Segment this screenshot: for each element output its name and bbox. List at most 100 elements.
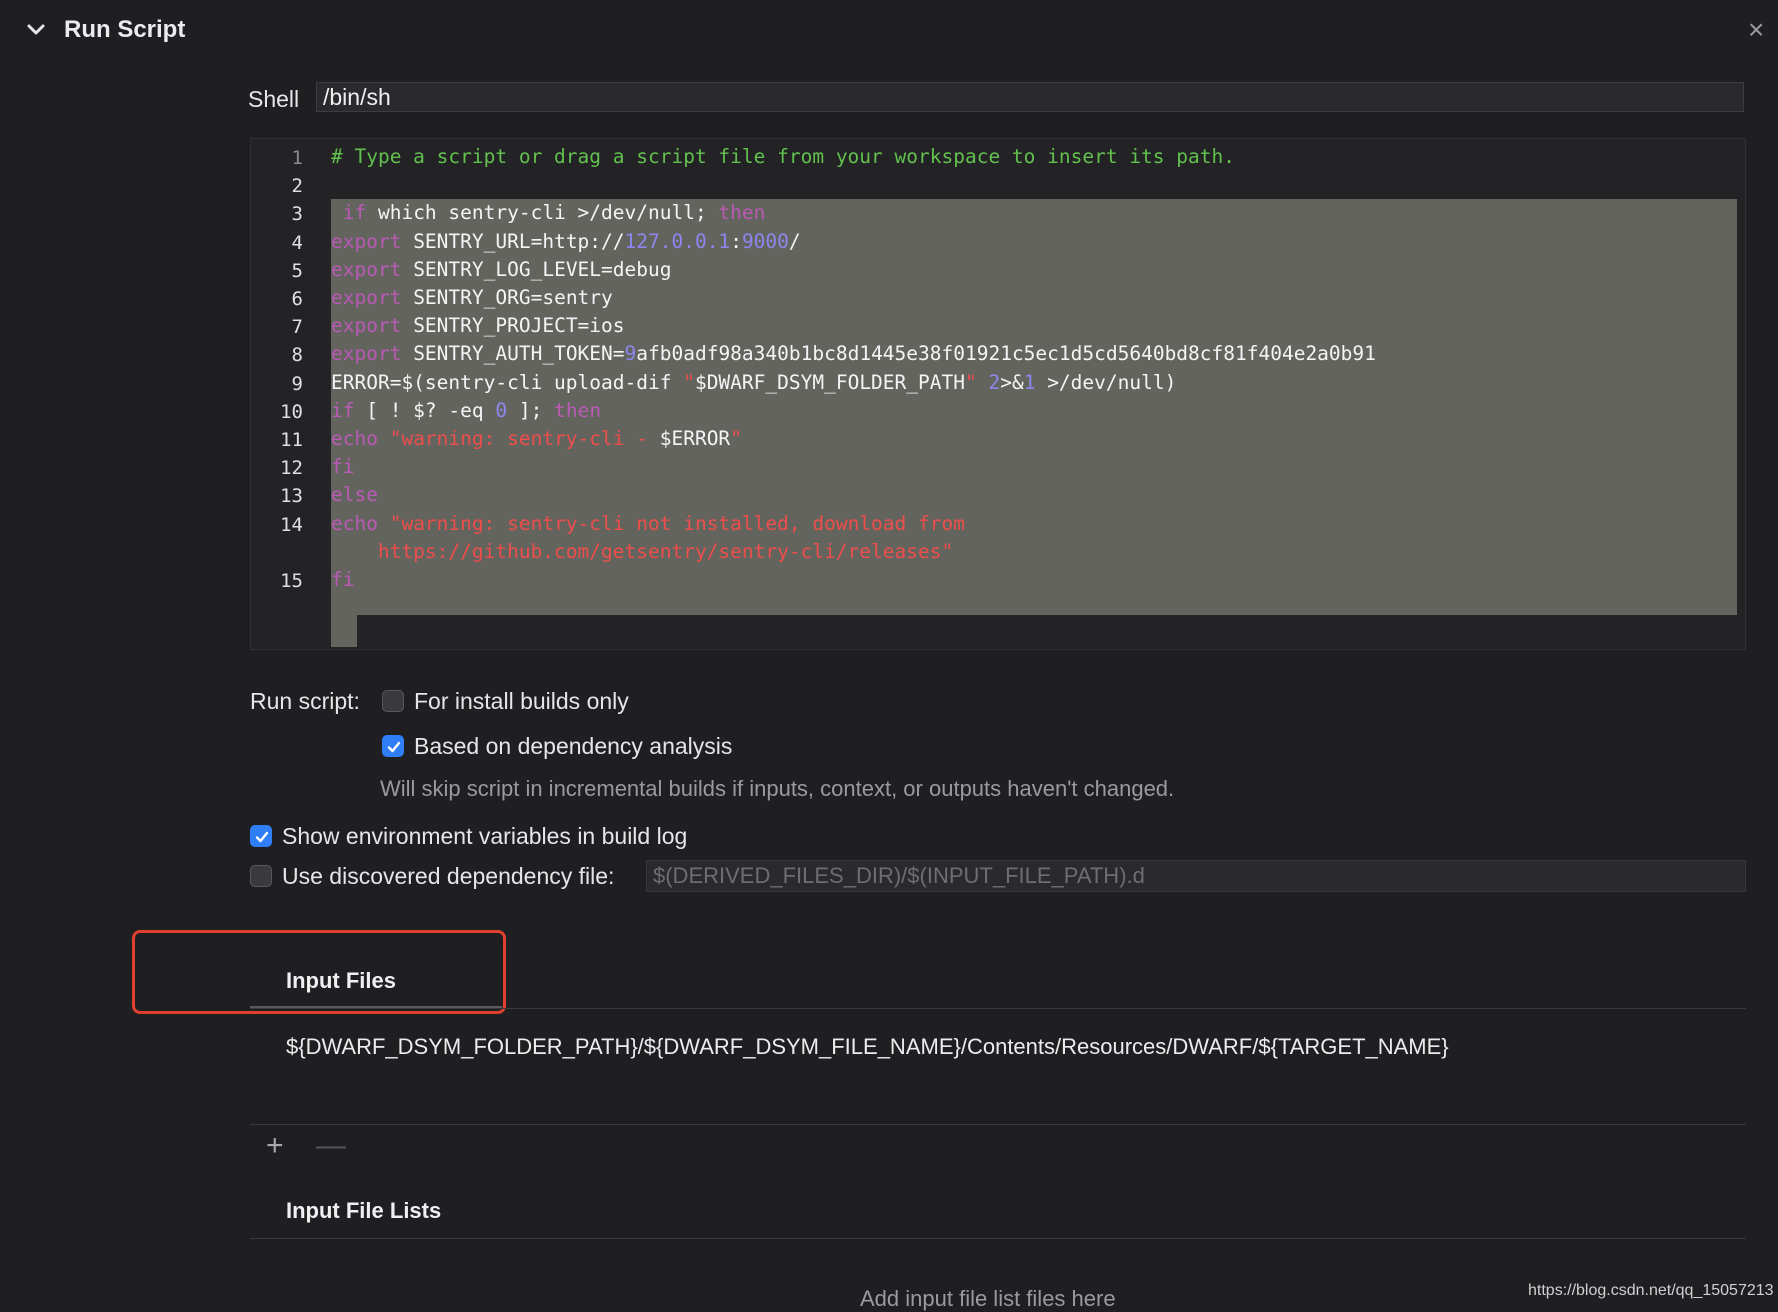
chevron-down-icon[interactable] <box>24 18 48 42</box>
input-file-lists-placeholder: Add input file list files here <box>860 1286 1116 1311</box>
code-token: else <box>331 483 378 507</box>
code-token: https://github.com/getsentry/sentry-cli/… <box>331 539 954 563</box>
code-token: "warning: sentry-cli - <box>377 427 660 450</box>
code-token: "warning: sentry-cli not installed, down… <box>377 511 965 535</box>
code-token: $DWARF_DSYM_FOLDER_PATH <box>694 370 965 394</box>
section-title: Run Script <box>64 16 186 43</box>
code-token: 2 <box>988 370 1001 394</box>
code-token: >/dev/null) <box>1035 370 1177 394</box>
line-number: 6 <box>291 288 303 310</box>
dep-file-label: Use discovered dependency file: <box>282 863 615 889</box>
code-line: https://github.com/getsentry/sentry-cli/… <box>331 540 953 563</box>
code-token: fi <box>331 455 355 479</box>
dependency-analysis-hint: Will skip script in incremental builds i… <box>380 776 1175 801</box>
code-token: SENTRY_URL=http:// <box>401 229 625 253</box>
line-number: 2 <box>291 175 303 198</box>
code-token: $ERROR <box>659 427 731 450</box>
code-token: 9 <box>624 342 637 366</box>
tab-input-file-lists[interactable]: Input File Lists <box>286 1198 441 1224</box>
tab-input-files[interactable]: Input Files <box>286 968 396 994</box>
code-token: >& <box>1000 370 1024 394</box>
code-token: [ ! $? -eq <box>354 398 496 422</box>
code-token: ]; <box>507 398 555 422</box>
code-token: which sentry-cli >/dev/null; <box>366 201 719 225</box>
install-builds-only-checkbox[interactable] <box>382 690 404 712</box>
line-number: 9 <box>291 372 303 395</box>
code-token: then <box>554 398 602 422</box>
code-token: " <box>964 370 989 394</box>
code-token: export <box>331 257 402 281</box>
line-number: 1 <box>291 147 303 169</box>
line-number: 14 <box>280 513 303 536</box>
code-line: echo "warning: sentry-cli not installed,… <box>331 512 965 535</box>
line-number: 5 <box>291 259 303 282</box>
code-token: export <box>331 286 402 309</box>
code-token: echo <box>331 427 378 450</box>
code-line: export SENTRY_PROJECT=ios <box>331 314 625 337</box>
code-token: then <box>718 201 766 225</box>
code-line: export SENTRY_AUTH_TOKEN=9afb0adf98a340b… <box>331 342 1376 365</box>
divider <box>250 1238 1746 1239</box>
watermark: https://blog.csdn.net/qq_15057213 <box>1528 1282 1774 1299</box>
close-icon[interactable]: × <box>1748 14 1764 46</box>
code-token: 0 <box>495 398 508 422</box>
code-token: 127.0.0.1 <box>624 229 731 253</box>
line-number: 8 <box>291 344 303 367</box>
code-token: SENTRY_PROJECT=ios <box>401 314 625 338</box>
code-token: export <box>331 229 402 253</box>
code-token: ERROR=$(sentry-cli upload-dif <box>331 370 684 394</box>
code-line: export SENTRY_URL=http://127.0.0.1:9000/ <box>331 230 801 253</box>
text-selection-tail <box>331 615 357 647</box>
code-line: echo "warning: sentry-cli - $ERROR" <box>331 427 742 450</box>
code-token: if <box>331 398 355 422</box>
code-token: echo <box>331 511 378 535</box>
checkmark-icon <box>255 831 269 843</box>
shell-input[interactable]: /bin/sh <box>316 82 1744 112</box>
shell-label: Shell <box>248 86 300 112</box>
line-number: 4 <box>291 231 303 254</box>
code-token: export <box>331 314 402 338</box>
line-number: 7 <box>291 316 303 339</box>
show-env-checkbox[interactable] <box>250 825 272 847</box>
code-token: export <box>331 342 402 366</box>
code-token: SENTRY_AUTH_TOKEN= <box>401 342 625 366</box>
show-env-label: Show environment variables in build log <box>282 823 688 849</box>
script-editor[interactable]: 1 2 3 4 5 6 7 8 9 10 11 12 13 14 15 # Type a script or… <box>250 138 1746 650</box>
code-line: # Type a script or drag a script file fr… <box>331 145 1235 168</box>
checkmark-icon <box>387 741 401 753</box>
line-number: 3 <box>291 203 303 226</box>
install-builds-only-label: For install builds only <box>414 688 629 714</box>
line-number: 12 <box>280 457 303 480</box>
dep-file-checkbox[interactable] <box>250 865 272 887</box>
code-token: : <box>730 229 742 253</box>
input-file-item[interactable]: ${DWARF_DSYM_FOLDER_PATH}/${DWARF_DSYM_F… <box>286 1034 1449 1060</box>
code-token: SENTRY_LOG_LEVEL=debug <box>401 257 672 281</box>
code-line: if [ ! $? -eq 0 ]; then <box>331 399 601 422</box>
divider <box>250 1124 1746 1125</box>
dep-file-input[interactable]: $(DERIVED_FILES_DIR)/$(INPUT_FILE_PATH).… <box>646 860 1746 892</box>
remove-button[interactable]: — <box>316 1130 346 1162</box>
code-line: export SENTRY_ORG=sentry <box>331 286 613 309</box>
code-token: 9000 <box>741 229 789 253</box>
add-button[interactable]: + <box>266 1130 284 1162</box>
code-token: SENTRY_ORG=sentry <box>401 286 613 309</box>
code-line: fi <box>331 455 354 478</box>
code-token: fi <box>331 568 355 591</box>
dependency-analysis-label: Based on dependency analysis <box>414 733 733 759</box>
code-line: export SENTRY_LOG_LEVEL=debug <box>331 258 671 281</box>
code-line: if which sentry-cli >/dev/null; then <box>331 201 766 225</box>
line-number: 10 <box>280 400 303 423</box>
divider <box>250 1008 1746 1009</box>
code-line: else <box>331 483 378 506</box>
code-token: # Type a script or drag a script file fr… <box>331 145 1235 168</box>
code-token: if <box>331 201 367 225</box>
code-token: " <box>730 427 742 450</box>
run-script-label: Run script: <box>250 688 360 714</box>
line-number: 13 <box>280 485 303 508</box>
code-token: " <box>683 370 695 394</box>
code-token: / <box>788 229 801 253</box>
line-number: 15 <box>280 570 303 592</box>
dependency-analysis-checkbox[interactable] <box>382 735 404 757</box>
code-token: 1 <box>1023 370 1036 394</box>
code-line: fi <box>331 568 354 591</box>
